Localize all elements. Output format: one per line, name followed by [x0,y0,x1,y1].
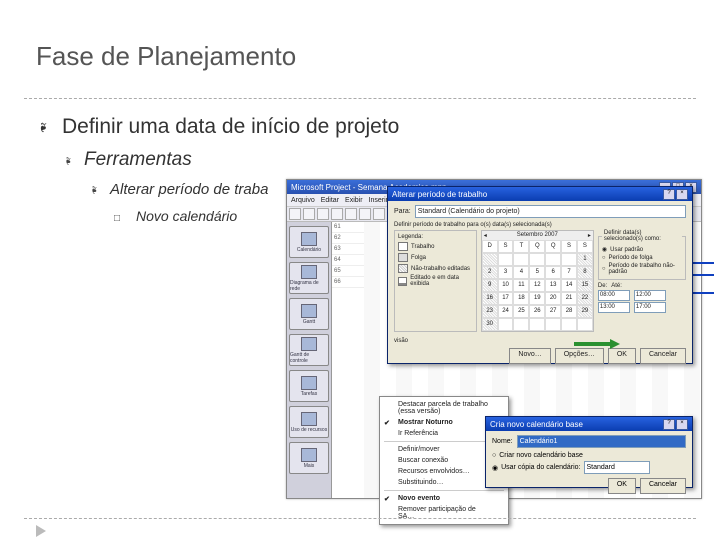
menu-item[interactable]: Editar [321,197,339,204]
bullet-lvl1: Definir uma data de início de projeto [62,115,399,139]
legend-title: Legenda: [398,234,473,240]
help-icon[interactable]: ? [663,419,675,430]
name-label: Nome: [492,438,513,445]
toolbar-button[interactable] [331,208,343,220]
cancel-button[interactable]: Cancelar [640,348,686,364]
sidebar-item[interactable]: Mais [289,442,329,474]
legend: Legenda: Trabalho Folga Não-trabalho edi… [394,230,477,332]
radio-copy[interactable]: ◉Usar cópia do calendário:Standard [492,461,686,474]
menu-item[interactable]: Arquivo [291,197,315,204]
swatch-icon [398,253,408,262]
mini-calendar[interactable]: ◂Setembro 2007▸ DSTQQSS 1 2345678 910111… [481,230,594,332]
task-row[interactable]: 61 [332,222,364,233]
sidebar-item[interactable]: Uso de recursos [289,406,329,438]
bullet-lvl4: Novo calendário [136,208,237,224]
task-row[interactable]: 66 [332,277,364,288]
toolbar-button[interactable] [373,208,385,220]
time-from-1[interactable]: 08:00 [598,290,630,301]
app-sidebar: Calendário Diagrama de rede Gantt Gantt … [287,222,332,498]
close-icon[interactable]: × [676,419,688,430]
dialog-title: Cria novo calendário base [490,420,583,429]
para-label: Para: [394,208,411,215]
calendar-icon [301,232,317,246]
sidebar-item[interactable]: Calendário [289,226,329,258]
menu-item[interactable]: Exibir [345,197,363,204]
bullet-lvl2: Ferramentas [84,149,192,171]
resources-icon [301,412,317,426]
gantt-control-icon [301,337,317,351]
task-row[interactable]: 63 [332,244,364,255]
name-input[interactable]: Calendário1 [517,435,686,448]
footer-divider [24,518,696,519]
task-row[interactable]: 62 [332,233,364,244]
next-month-icon[interactable]: ▸ [588,232,591,239]
toolbar-button[interactable] [317,208,329,220]
close-icon[interactable]: × [676,189,688,200]
more-icon [301,448,317,462]
annotation-arrow-icon [574,339,620,349]
dialog-title: Alterar período de trabalho [392,190,487,199]
swatch-icon [398,277,407,286]
ok-button[interactable]: OK [608,478,636,494]
bullet-lvl3: Alterar período de traba [110,181,268,198]
radio-new-base[interactable]: ○Criar novo calendário base [492,452,686,459]
task-row[interactable]: 65 [332,266,364,277]
help-icon[interactable]: ? [663,189,675,200]
swatch-icon [398,264,408,273]
time-to-2[interactable]: 17:00 [634,302,666,313]
time-to-1[interactable]: 12:00 [634,290,666,301]
toolbar-button[interactable] [359,208,371,220]
preview-label: visão [394,338,686,344]
calendar-select[interactable]: Standard (Calendário do projeto) [415,205,686,218]
menu-item[interactable]: Inserir [369,197,388,204]
toolbar-button[interactable] [345,208,357,220]
toolbar-button[interactable] [289,208,301,220]
radio-default[interactable]: ◉Usar padrão [602,246,682,253]
bullet-icon [62,149,84,171]
gantt-icon [301,304,317,318]
sidebar-item[interactable]: Diagrama de rede [289,262,329,294]
prev-month-icon[interactable]: ◂ [484,232,487,239]
task-row[interactable]: 64 [332,255,364,266]
settings-column: Definir data(s) selecionado(s) como: ◉Us… [598,230,686,332]
ok-button[interactable]: OK [608,348,636,364]
bullet-icon [88,181,110,198]
swatch-icon [398,242,408,251]
new-button[interactable]: Novo… [509,348,550,364]
play-icon [36,525,46,537]
diagram-icon [301,265,317,279]
slide-title: Fase de Planejamento [0,17,720,80]
new-calendar-dialog: Cria novo calendário base ?× Nome: Calen… [485,416,693,488]
toolbar-button[interactable] [303,208,315,220]
tasks-icon [301,376,317,390]
copy-select[interactable]: Standard [584,461,650,474]
embedded-screenshot: Microsoft Project - Semana Academica.mpp… [286,179,702,499]
sidebar-item[interactable]: Gantt [289,298,329,330]
bullet-icon [114,208,136,224]
time-from-2[interactable]: 13:00 [598,302,630,313]
cancel-button[interactable]: Cancelar [640,478,686,494]
hint-text: Definir período de trabalho para o(s) da… [394,222,686,228]
sidebar-item[interactable]: Gantt de controle [289,334,329,366]
menu-item[interactable]: Destacar parcela de trabalho (essa versã… [380,399,508,417]
bullet-icon [36,115,62,139]
radio-folga[interactable]: ○Período de folga [602,255,682,261]
sidebar-item[interactable]: Tarefas [289,370,329,402]
change-working-time-dialog: Alterar período de trabalho ?× Para: Sta… [387,186,693,364]
radio-nonstd[interactable]: ○Período de trabalho não-padrão [602,263,682,275]
menu-item[interactable]: Remover participação de SA… [380,504,508,522]
options-button[interactable]: Opções… [555,348,604,364]
